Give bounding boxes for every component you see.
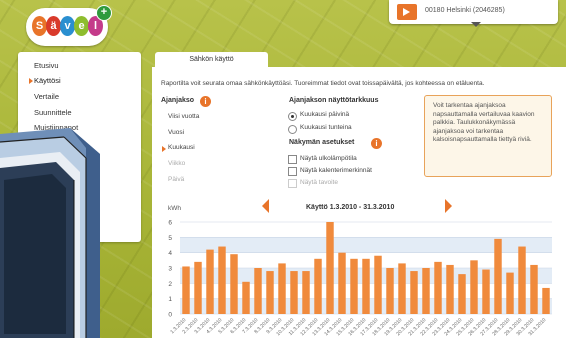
chart-bar[interactable] <box>434 261 442 314</box>
chart-bar[interactable] <box>530 264 538 314</box>
logo-plus-icon: + <box>96 5 112 21</box>
checkbox-outdoor-temp[interactable] <box>288 155 297 164</box>
y-tick-label: 5 <box>168 235 172 242</box>
radio-month-days-label[interactable]: Kuukausi päivinä <box>300 111 349 118</box>
chart-bar[interactable] <box>470 260 478 314</box>
chart-bar[interactable] <box>326 222 334 314</box>
y-tick-label: 1 <box>168 296 172 303</box>
chart-bar[interactable] <box>194 261 202 314</box>
period-option-week[interactable]: Viikko <box>168 160 185 167</box>
tip-text: Voit tarkentaa ajanjaksoa napsauttamalla… <box>433 102 535 143</box>
checkbox-outdoor-temp-label[interactable]: Näytä ulkolämpötila <box>300 155 357 162</box>
sidebar-item-kayttosi[interactable]: Käyttösi <box>29 76 61 85</box>
intro-text: Raportilta voit seurata omaa sähkönkäytt… <box>161 80 485 87</box>
chart-y-label: kWh <box>168 205 181 212</box>
chart-bar[interactable] <box>494 238 502 314</box>
chart-bar[interactable] <box>230 254 238 314</box>
view-heading: Näkymän asetukset <box>289 139 355 146</box>
y-tick-label: 2 <box>168 281 172 288</box>
chart-bar[interactable] <box>314 258 322 314</box>
checkbox-target[interactable] <box>288 179 297 188</box>
radio-month-hours[interactable] <box>288 125 297 134</box>
logo-letter: e <box>74 16 89 36</box>
logo-letter: ä <box>46 16 61 36</box>
location-arrow-icon <box>397 4 417 20</box>
book-clipart-image <box>0 128 100 338</box>
info-icon[interactable]: i <box>200 96 211 107</box>
display-heading: Ajanjakson näyttötarkkuus <box>289 97 379 104</box>
chart-bar[interactable] <box>182 266 190 314</box>
y-tick-label: 4 <box>168 250 172 257</box>
location-selector[interactable]: 00180 Helsinki (2046285) <box>389 0 558 27</box>
chart-bar[interactable] <box>350 258 358 314</box>
chart-bar[interactable] <box>422 268 430 314</box>
chart-bar[interactable] <box>278 263 286 314</box>
radio-month-hours-label[interactable]: Kuukausi tunteina <box>300 124 352 131</box>
chart-bar[interactable] <box>410 271 418 314</box>
y-tick-label: 3 <box>168 266 172 273</box>
chart-bar[interactable] <box>290 271 298 314</box>
chart-bar[interactable] <box>242 281 250 314</box>
radio-month-days[interactable] <box>288 112 297 121</box>
checkbox-calendar[interactable] <box>288 167 297 176</box>
location-text: 00180 Helsinki (2046285) <box>425 7 505 14</box>
savel-logo[interactable]: S ä v e l + <box>26 5 112 46</box>
period-option-five-years[interactable]: Viisi vuotta <box>168 113 199 120</box>
tab-sahkon-kaytto[interactable]: Sähkön käyttö <box>155 52 268 68</box>
period-option-year[interactable]: Vuosi <box>168 129 184 136</box>
logo-letter: S <box>32 16 47 36</box>
sidebar-item-suunnittele[interactable]: Suunnittele <box>34 108 72 117</box>
chart-bar[interactable] <box>302 271 310 314</box>
sidebar-item-vertaile[interactable]: Vertaile <box>34 92 59 101</box>
chart-bar[interactable] <box>254 268 262 314</box>
next-period-arrow-icon[interactable] <box>445 199 452 213</box>
chevron-down-icon[interactable] <box>471 22 481 27</box>
checkbox-calendar-label[interactable]: Näytä kalenterimerkinnät <box>300 167 372 174</box>
sidebar-item-etusivu[interactable]: Etusivu <box>34 61 59 70</box>
chart-bar[interactable] <box>362 258 370 314</box>
usage-bar-chart[interactable]: 01234561.3.20102.3.20103.3.20104.3.20105… <box>160 214 560 338</box>
period-option-day[interactable]: Päivä <box>168 176 184 183</box>
period-option-month[interactable]: Kuukausi <box>162 144 195 152</box>
info-icon[interactable]: i <box>371 138 382 149</box>
period-heading: Ajanjakso <box>161 97 195 104</box>
chart-bar[interactable] <box>542 287 550 314</box>
checkbox-target-label[interactable]: Näytä tavoite <box>300 179 338 186</box>
logo-letter: v <box>60 16 75 36</box>
info-tooltip-box: Voit tarkentaa ajanjaksoa napsauttamalla… <box>424 95 552 177</box>
chart-bar[interactable] <box>218 246 226 314</box>
chart-bar[interactable] <box>458 274 466 314</box>
prev-period-arrow-icon[interactable] <box>262 199 269 213</box>
y-tick-label: 6 <box>168 220 172 227</box>
chart-bar[interactable] <box>374 255 382 314</box>
chart-bar[interactable] <box>206 249 214 314</box>
chart-bar[interactable] <box>266 271 274 314</box>
chart-bar[interactable] <box>482 269 490 314</box>
chart-bar[interactable] <box>386 268 394 314</box>
chart-title: Käyttö 1.3.2010 - 31.3.2010 <box>306 204 395 211</box>
y-tick-label: 0 <box>168 312 172 319</box>
chart-bar[interactable] <box>338 252 346 314</box>
chart-bar[interactable] <box>446 264 454 314</box>
chart-bar[interactable] <box>518 246 526 314</box>
chart-bar[interactable] <box>398 263 406 314</box>
chart-bar[interactable] <box>506 272 514 314</box>
